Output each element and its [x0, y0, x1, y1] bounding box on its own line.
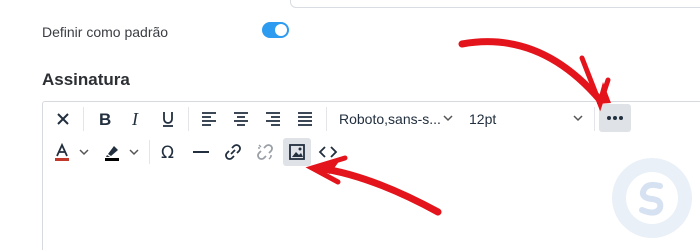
toolbar-row-2: Ω: [43, 135, 700, 169]
image-icon: [289, 144, 305, 160]
align-left-icon: [202, 112, 216, 126]
signature-title: Assinatura: [42, 70, 130, 89]
align-center-button[interactable]: [228, 106, 254, 132]
toolbar-separator: [83, 107, 84, 131]
link-icon: [225, 144, 241, 160]
clear-formatting-button[interactable]: [50, 106, 76, 132]
watermark-logo-inner: [626, 172, 678, 224]
svg-text:B: B: [99, 110, 111, 129]
toolbar-separator: [149, 140, 150, 164]
more-icon: [607, 116, 623, 120]
underline-button[interactable]: [155, 106, 181, 132]
arrow-to-more-icon: [458, 38, 611, 112]
align-right-icon: [266, 112, 280, 126]
toolbar-separator: [594, 107, 595, 131]
highlight-color-icon: [105, 146, 119, 161]
source-code-button[interactable]: [315, 139, 341, 165]
align-justify-icon: [298, 112, 312, 126]
bold-button[interactable]: B: [91, 106, 117, 132]
align-justify-button[interactable]: [292, 106, 318, 132]
toolbar-separator: [188, 107, 189, 131]
italic-button[interactable]: I: [123, 106, 149, 132]
unlink-button[interactable]: [252, 139, 278, 165]
chevron-down-icon: [129, 149, 139, 156]
text-color-dropdown[interactable]: [76, 139, 92, 165]
horizontal-line-icon: [193, 151, 209, 153]
font-size-value: 12pt: [469, 111, 497, 127]
default-setting-row: Definir como padrão: [42, 22, 168, 42]
special-character-icon: Ω: [161, 143, 174, 162]
source-code-icon: [318, 146, 338, 158]
toolbar-separator: [326, 107, 327, 131]
chevron-down-icon: [79, 149, 89, 156]
horizontal-line-button[interactable]: [188, 139, 214, 165]
special-character-button[interactable]: Ω: [156, 139, 182, 165]
watermark-s-icon: [639, 181, 664, 216]
toolbar-row-1: B I Roboto,sans-s... 12pt: [43, 102, 700, 134]
bold-icon: B: [99, 110, 111, 129]
default-toggle[interactable]: [262, 22, 289, 38]
highlight-color-button[interactable]: [100, 139, 124, 165]
signature-editor: B I Roboto,sans-s... 12pt Ω: [42, 101, 700, 250]
font-size-select[interactable]: 12pt: [469, 107, 585, 131]
font-family-select[interactable]: Roboto,sans-s...: [339, 107, 455, 131]
align-right-button[interactable]: [260, 106, 286, 132]
link-button[interactable]: [220, 139, 246, 165]
default-label: Definir como padrão: [42, 24, 169, 40]
toggle-knob: [275, 24, 287, 36]
more-button[interactable]: [599, 104, 631, 132]
image-button[interactable]: [283, 138, 311, 166]
text-color-button[interactable]: [50, 139, 74, 165]
svg-text:I: I: [131, 109, 139, 129]
clear-formatting-icon: [57, 113, 69, 125]
italic-icon: I: [131, 109, 139, 129]
watermark-logo: [612, 158, 692, 238]
text-color-icon: [55, 142, 69, 161]
chevron-down-icon: [573, 115, 583, 122]
underline-icon: [163, 112, 173, 127]
align-center-icon: [234, 112, 248, 126]
align-left-button[interactable]: [196, 106, 222, 132]
settings-panel: Definir como padrão Assinatura B I Robot…: [0, 0, 700, 250]
chevron-down-icon: [443, 115, 453, 122]
unlink-icon: [257, 144, 273, 160]
font-family-value: Roboto,sans-s...: [339, 111, 441, 127]
previous-field-card: [290, 0, 700, 8]
svg-text:Ω: Ω: [161, 143, 174, 162]
highlight-color-dropdown[interactable]: [126, 139, 142, 165]
